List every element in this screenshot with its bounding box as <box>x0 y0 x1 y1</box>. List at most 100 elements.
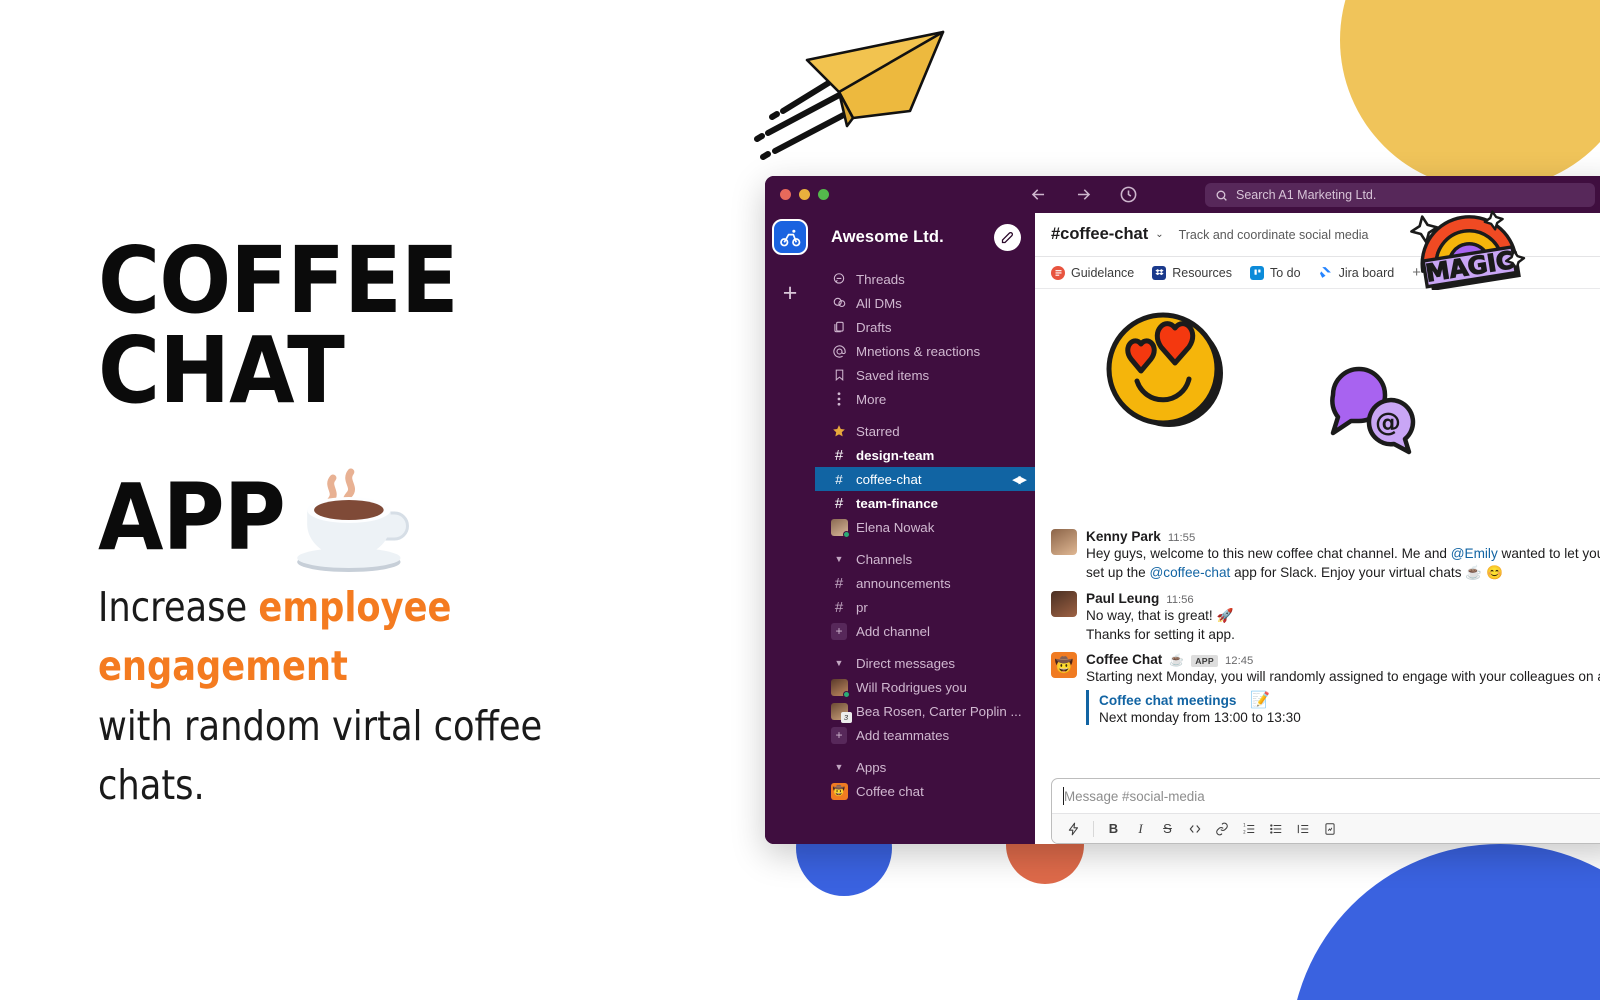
minimize-button[interactable] <box>799 189 810 200</box>
ordered-list-icon[interactable]: 12 <box>1235 817 1262 841</box>
bookmark-label: Resources <box>1172 265 1232 280</box>
mention-emily[interactable]: @Emily <box>1451 546 1498 561</box>
link-icon[interactable] <box>1208 817 1235 841</box>
compose-pencil-icon[interactable] <box>994 223 1021 251</box>
sidebar-label: Threads <box>856 271 905 287</box>
guidelance-icon <box>1051 265 1065 280</box>
formatting-toolbar: B I S 12 <box>1052 813 1600 843</box>
sidebar-label: Elena Nowak <box>856 519 935 535</box>
sidebar-label: Coffee chat <box>856 783 924 799</box>
attachment-title[interactable]: Coffee chat meetings <box>1099 693 1236 708</box>
huddle-icon[interactable]: ◀▶ <box>1012 473 1027 486</box>
smiling-face-with-hearts-sticker <box>1106 312 1223 427</box>
sidebar-item-more[interactable]: More <box>815 387 1035 411</box>
mention-speech-bubble-sticker: @ <box>1330 366 1416 455</box>
message-time: 11:56 <box>1166 593 1194 606</box>
jira-icon <box>1319 266 1333 280</box>
sidebar-item-mentions[interactable]: Mnetions & reactions <box>815 339 1035 363</box>
hash-icon: # <box>834 598 844 616</box>
sidebar-item-threads[interactable]: Threads <box>815 267 1035 291</box>
add-channel-button[interactable]: + Add channel <box>815 619 1035 643</box>
plus-icon: + <box>831 726 847 744</box>
strikethrough-icon[interactable]: S <box>1154 817 1181 841</box>
window-controls[interactable] <box>765 189 829 200</box>
maximize-button[interactable] <box>818 189 829 200</box>
arrow-left-icon[interactable] <box>1029 185 1048 204</box>
sidebar-label: Add channel <box>856 623 930 639</box>
message-time: 12:45 <box>1225 655 1254 668</box>
dropbox-icon <box>1152 265 1167 280</box>
bulleted-list-icon[interactable] <box>1262 817 1289 841</box>
sidebar-item-coffee-chat[interactable]: # coffee-chat ◀▶ <box>815 467 1035 491</box>
blockquote-icon[interactable] <box>1289 817 1316 841</box>
chevron-down-icon[interactable]: ⌄ <box>1155 229 1163 240</box>
shortcuts-lightning-icon[interactable] <box>1060 817 1087 841</box>
sidebar-item-pr[interactable]: # pr <box>815 595 1035 619</box>
workspace-header[interactable]: Awesome Ltd. <box>815 213 1035 261</box>
main-pane: #coffee-chat ⌄ Track and coordinate soci… <box>1035 213 1600 844</box>
svg-text:1: 1 <box>1243 822 1246 827</box>
bookmark-to-do[interactable]: To do <box>1250 265 1301 280</box>
message-text: Thanks for setting it app. <box>1086 626 1235 642</box>
close-button[interactable] <box>780 189 791 200</box>
sidebar-label: Bea Rosen, Carter Poplin ... <box>856 703 1022 719</box>
sidebar-item-will-rodrigues[interactable]: Will Rodrigues you <box>815 675 1035 699</box>
magic-rainbow-sticker: MAGIC <box>1410 210 1526 290</box>
avatar: 🤠 <box>1051 652 1077 679</box>
bicycle-workspace-icon[interactable] <box>772 219 808 255</box>
blue-circle-decoration-large <box>1290 844 1600 1000</box>
attachment-title-row: Coffee chat meetings 📝 <box>1099 690 1600 710</box>
coffee-chat-app-icon: 🤠 <box>830 782 848 800</box>
sidebar-item-saved-items[interactable]: Saved items <box>815 363 1035 387</box>
code-icon[interactable] <box>1181 817 1208 841</box>
message-input-placeholder: Message #social-media <box>1064 788 1205 804</box>
sidebar-item-all-dms[interactable]: All DMs <box>815 291 1035 315</box>
message-list: @ Kenny Park 11:55 Hey guys, welcome to … <box>1035 289 1600 772</box>
sidebar-section-channels[interactable]: ▼ Channels <box>815 547 1035 571</box>
message-composer[interactable]: Message #social-media B I S 1 2 <box>1051 778 1600 844</box>
italic-icon[interactable]: I <box>1127 817 1154 841</box>
sidebar-item-design-team[interactable]: # design-team <box>815 443 1035 467</box>
sidebar-nav: Threads All DMs Drafts Mnetions & reacti… <box>815 261 1035 844</box>
star-icon <box>831 424 847 438</box>
bookmark-jira-board[interactable]: Jira board <box>1319 266 1394 280</box>
channel-topic[interactable]: Track and coordinate social media <box>1179 228 1369 242</box>
message-input[interactable]: Message #social-media <box>1052 779 1600 813</box>
add-teammates-button[interactable]: + Add teammates <box>815 723 1035 747</box>
sidebar-label: Drafts <box>856 319 892 335</box>
plus-icon: + <box>831 622 847 640</box>
sidebar-section-direct-messages[interactable]: ▼ Direct messages <box>815 651 1035 675</box>
arrow-right-icon[interactable] <box>1074 185 1093 204</box>
message-author[interactable]: Coffee Chat <box>1086 652 1162 667</box>
hash-icon: # <box>834 494 844 512</box>
bookmark-resources[interactable]: Resources <box>1152 265 1232 280</box>
code-block-icon[interactable] <box>1316 817 1343 841</box>
add-workspace-button[interactable]: + <box>783 281 798 306</box>
message-author[interactable]: Paul Leung <box>1086 591 1159 606</box>
mention-coffee-chat[interactable]: @coffee-chat <box>1149 565 1230 580</box>
hot-beverage-icon <box>289 458 416 578</box>
search-icon <box>1216 190 1227 201</box>
bookmark-label: To do <box>1270 265 1301 280</box>
hash-icon: # <box>834 446 844 464</box>
svg-text:@: @ <box>1375 408 1401 438</box>
search-input[interactable]: Search A1 Marketing Ltd. <box>1205 183 1595 207</box>
sidebar-section-apps[interactable]: ▼ Apps <box>815 755 1035 779</box>
message-author[interactable]: Kenny Park <box>1086 529 1161 544</box>
bookmark-guidelance[interactable]: Guidelance <box>1051 265 1134 280</box>
message-attachment: Coffee chat meetings 📝 Next monday from … <box>1086 690 1600 726</box>
clock-icon[interactable] <box>1119 185 1138 204</box>
sidebar-item-announcements[interactable]: # announcements <box>815 571 1035 595</box>
bold-icon[interactable]: B <box>1100 817 1127 841</box>
message-text: Hey guys, welcome to this new coffee cha… <box>1086 546 1600 561</box>
sidebar-item-elena-nowak[interactable]: Elena Nowak <box>815 515 1035 539</box>
message-row: Kenny Park 11:55 Hey guys, welcome to th… <box>1051 525 1600 587</box>
channel-name[interactable]: #coffee-chat <box>1051 225 1148 244</box>
sidebar-item-coffee-chat-app[interactable]: 🤠 Coffee chat <box>815 779 1035 803</box>
sidebar-item-group-dm[interactable]: 3 Bea Rosen, Carter Poplin ... <box>815 699 1035 723</box>
sidebar-item-team-finance[interactable]: # team-finance <box>815 491 1035 515</box>
avatar <box>1051 529 1077 555</box>
sidebar-section-starred[interactable]: Starred <box>815 419 1035 443</box>
sidebar-label: Channels <box>856 551 913 567</box>
sidebar-item-drafts[interactable]: Drafts <box>815 315 1035 339</box>
